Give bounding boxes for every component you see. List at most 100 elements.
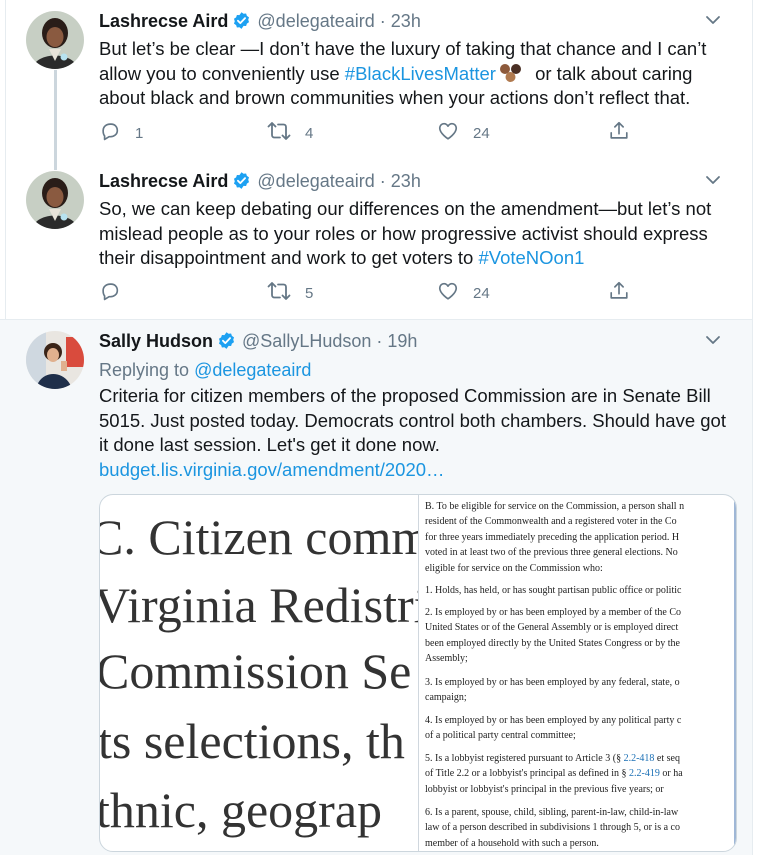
doc-paragraph: 5. Is a lobbyist registered pursuant to … <box>425 751 683 797</box>
doc-line: for three years immediately preceding th… <box>425 531 680 543</box>
feed-right-border <box>752 0 753 855</box>
tweet-feed: Lashrecse Aird @delegateaird · 23h But le… <box>0 0 760 855</box>
share-button[interactable] <box>608 280 630 306</box>
doc-line: voted in at least two of the previous th… <box>425 547 678 559</box>
tweet-text: But let’s be clear —I don’t have the lux… <box>99 37 729 111</box>
doc-line: United States or of the General Assembly… <box>425 622 679 634</box>
replying-to: Replying to @delegateaird <box>99 360 311 381</box>
chevron-down-icon[interactable] <box>704 331 722 349</box>
avatar-sally-hudson[interactable] <box>26 331 84 389</box>
separator-dot: · <box>379 171 386 191</box>
avatar-lashrecse-aird[interactable] <box>26 171 84 229</box>
doc-paragraph: 3. Is employed by or has been employed b… <box>425 675 680 706</box>
doc-text: et seq <box>654 753 680 764</box>
doc-margin-rule <box>734 495 736 851</box>
doc-paragraph: 1. Holds, has held, or has sought partis… <box>425 583 681 598</box>
tweet-2[interactable]: Lashrecse Aird @delegateaird · 23h So, we… <box>0 152 752 320</box>
share-icon <box>608 120 630 146</box>
doc-line: campaign; <box>425 692 467 704</box>
doc-line: 4. Is employed by or has been employed b… <box>425 715 682 726</box>
tweet-text: So, we can keep debating our differences… <box>99 197 729 271</box>
card-divider <box>418 495 419 851</box>
user-handle[interactable]: @SallyLHudson <box>242 331 371 351</box>
card-image-document-text: B. To be eligible for service on the Com… <box>422 495 736 851</box>
card-big-line: Virginia Redistri <box>100 577 418 633</box>
timestamp[interactable]: 23h <box>391 171 421 191</box>
card-big-line: ts selections, th <box>100 713 405 769</box>
doc-line: 1. Holds, has held, or has sought partis… <box>425 585 682 596</box>
hashtag-link[interactable]: #VoteNOon1 <box>478 247 584 268</box>
share-button[interactable] <box>608 120 630 146</box>
doc-line: 2. Is employed by or has been employed b… <box>425 607 682 618</box>
tweet-text-part: So, we can keep debating our differences… <box>99 198 712 268</box>
retweet-icon <box>267 280 291 306</box>
doc-paragraph: 4. Is employed by or has been employed b… <box>425 713 681 744</box>
verified-badge-icon <box>232 11 251 35</box>
separator-dot: · <box>376 331 383 351</box>
chevron-down-icon[interactable] <box>704 11 722 29</box>
separator-dot: · <box>379 11 386 31</box>
doc-line: resident of the Commonwealth and a regis… <box>425 516 677 528</box>
doc-line: 6. Is a parent, spouse, child, sibling, … <box>425 807 679 818</box>
reply-button[interactable] <box>99 280 135 306</box>
doc-paragraph: 6. Is a parent, spouse, child, sibling, … <box>425 805 680 851</box>
like-count: 24 <box>473 284 490 302</box>
tweet-text-part: Criteria for citizen members of the prop… <box>99 385 726 455</box>
retweet-button[interactable]: 4 <box>267 120 313 146</box>
replying-to-label: Replying to <box>99 360 190 380</box>
tweet-url-link[interactable]: budget.lis.virginia.gov/amendment/2020… <box>99 459 445 480</box>
like-count: 24 <box>473 124 490 142</box>
hashtag-link[interactable]: #BlackLivesMatter <box>345 63 496 84</box>
chevron-down-icon[interactable] <box>704 171 722 189</box>
doc-line: eligible for service on the Commission w… <box>425 562 603 574</box>
doc-text: or ha <box>659 768 683 780</box>
reply-count: 1 <box>135 124 144 142</box>
doc-line: law of a person described in subdivision… <box>425 822 680 834</box>
tweet-1[interactable]: Lashrecse Aird @delegateaird · 23h But le… <box>0 0 752 170</box>
doc-text: of Title 2.2 or a lobbyist's principal a… <box>425 768 630 780</box>
timestamp[interactable]: 23h <box>391 11 421 31</box>
replying-to-handle[interactable]: @delegateaird <box>194 360 311 380</box>
doc-line: B. To be eligible for service on the Com… <box>425 501 685 512</box>
doc-line: lobbyist or lobbyist's principal in the … <box>425 783 664 795</box>
like-button[interactable]: 24 <box>437 280 490 306</box>
doc-line: of a political party central committee; <box>425 730 576 742</box>
retweet-count: 4 <box>305 124 314 142</box>
doc-link: 2.2-418 <box>623 753 655 764</box>
user-handle[interactable]: @delegateaird <box>257 11 374 31</box>
retweet-count: 5 <box>305 284 314 302</box>
tweet-actions: 5 24 <box>99 280 659 306</box>
emoji-skin-tones-icon <box>498 63 524 83</box>
display-name[interactable]: Lashrecse Aird <box>99 11 228 31</box>
doc-link: 2.2-419 <box>629 768 660 780</box>
doc-line: of Title 2.2 or a lobbyist's principal a… <box>425 766 683 781</box>
doc-paragraph: 2. Is employed by or has been employed b… <box>425 605 681 667</box>
retweet-button[interactable]: 5 <box>267 280 313 306</box>
reply-icon <box>99 120 121 146</box>
doc-line: Assembly; <box>425 653 468 665</box>
link-preview-card[interactable]: C. Citizen comm Virginia Redistri Commis… <box>99 494 737 852</box>
display-name[interactable]: Lashrecse Aird <box>99 171 228 191</box>
user-handle[interactable]: @delegateaird <box>257 171 374 191</box>
doc-line: member of a household with such a person… <box>425 837 599 849</box>
doc-line: been employed directly by the United Sta… <box>425 637 680 649</box>
card-image-zoomed-heading: C. Citizen comm Virginia Redistri Commis… <box>100 495 418 851</box>
avatar-lashrecse-aird[interactable] <box>26 11 84 69</box>
tweet-actions: 1 4 24 <box>99 120 659 146</box>
verified-badge-icon <box>217 331 236 355</box>
verified-badge-icon <box>232 171 251 195</box>
display-name[interactable]: Sally Hudson <box>99 331 213 351</box>
thread-connector-line <box>54 152 57 164</box>
tweet-header: Sally Hudson @SallyLHudson · 19h <box>99 331 722 355</box>
doc-paragraph: B. To be eligible for service on the Com… <box>425 499 684 576</box>
doc-line: 5. Is a lobbyist registered pursuant to … <box>425 751 683 766</box>
like-button[interactable]: 24 <box>437 120 490 146</box>
card-big-line: C. Citizen comm <box>100 509 418 565</box>
tweet-header: Lashrecse Aird @delegateaird · 23h <box>99 11 722 35</box>
timestamp[interactable]: 19h <box>387 331 417 351</box>
doc-line: 3. Is employed by or has been employed b… <box>425 677 680 688</box>
tweet-text: Criteria for citizen members of the prop… <box>99 384 729 482</box>
reply-button[interactable]: 1 <box>99 120 143 146</box>
tweet-3[interactable]: Sally Hudson @SallyLHudson · 19h Replying… <box>0 320 752 855</box>
tweet-header: Lashrecse Aird @delegateaird · 23h <box>99 171 722 195</box>
